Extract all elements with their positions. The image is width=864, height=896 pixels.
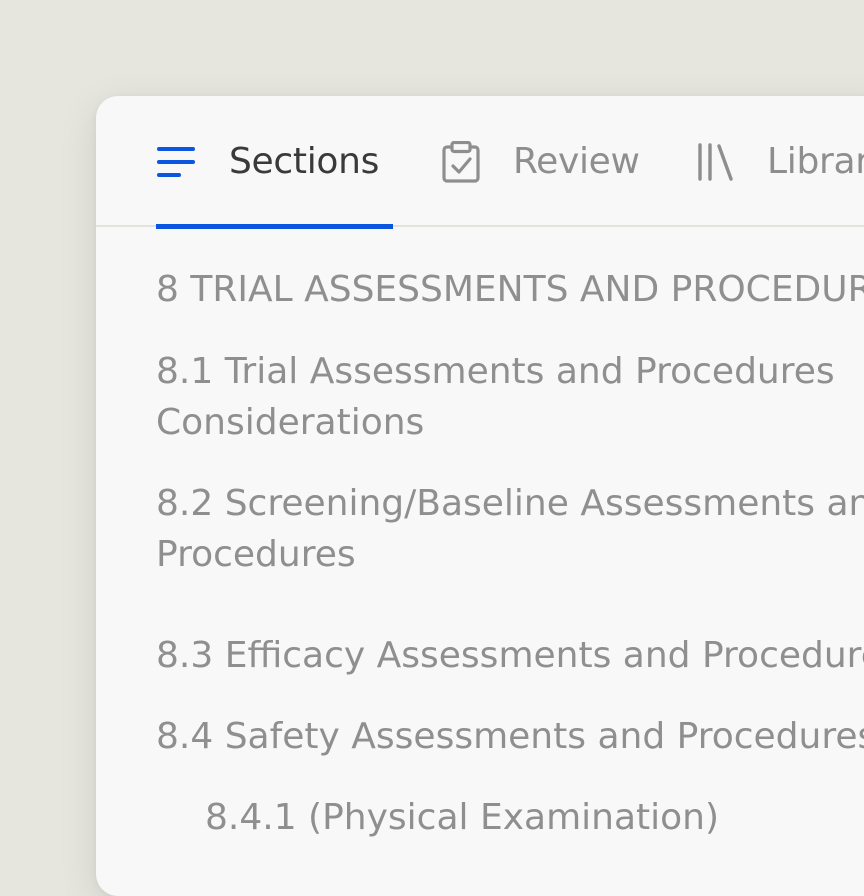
tab-library-label: Library <box>767 141 864 182</box>
tab-library[interactable]: Library <box>695 96 864 227</box>
section-item[interactable]: 8.2 Screening/Baseline Assessments and P… <box>156 478 864 580</box>
tab-bar: Sections Review Library <box>96 96 864 229</box>
section-item-label: 8.1 Trial Assessments and Procedures <box>156 351 835 392</box>
tab-review-label: Review <box>513 141 640 182</box>
section-item-label: 8.4.1 (Physical Examination) <box>205 797 720 838</box>
section-item-label: 8.2 Screening/Baseline Assessments and <box>156 483 864 524</box>
sidebar-panel: Sections Review Library <box>96 96 864 896</box>
menu-lines-icon <box>156 142 196 182</box>
tab-review[interactable]: Review <box>441 96 640 227</box>
tab-sections-label: Sections <box>229 141 380 182</box>
section-item[interactable]: 8.3 Efficacy Assessments and Procedures <box>156 630 864 681</box>
section-item[interactable]: 8 TRIAL ASSESSMENTS AND PROCEDURES <box>156 264 864 315</box>
tab-sections[interactable]: Sections <box>156 96 393 229</box>
active-tab-indicator <box>156 224 393 229</box>
section-item-label: 8.4 Safety Assessments and Procedures <box>156 716 864 757</box>
section-item[interactable]: 8.1 Trial Assessments and Procedures Con… <box>156 346 835 448</box>
subsection-item[interactable]: 8.4.1 (Physical Examination) <box>205 792 719 843</box>
section-item-label-continued: Procedures <box>156 534 356 575</box>
section-item[interactable]: 8.4 Safety Assessments and Procedures <box>156 711 864 762</box>
section-item-label: 8 TRIAL ASSESSMENTS AND PROCEDURES <box>156 269 864 310</box>
section-item-label-continued: Considerations <box>156 402 425 443</box>
section-item-label: 8.3 Efficacy Assessments and Procedures <box>156 635 864 676</box>
clipboard-check-icon <box>441 140 481 183</box>
library-books-icon <box>695 142 735 182</box>
